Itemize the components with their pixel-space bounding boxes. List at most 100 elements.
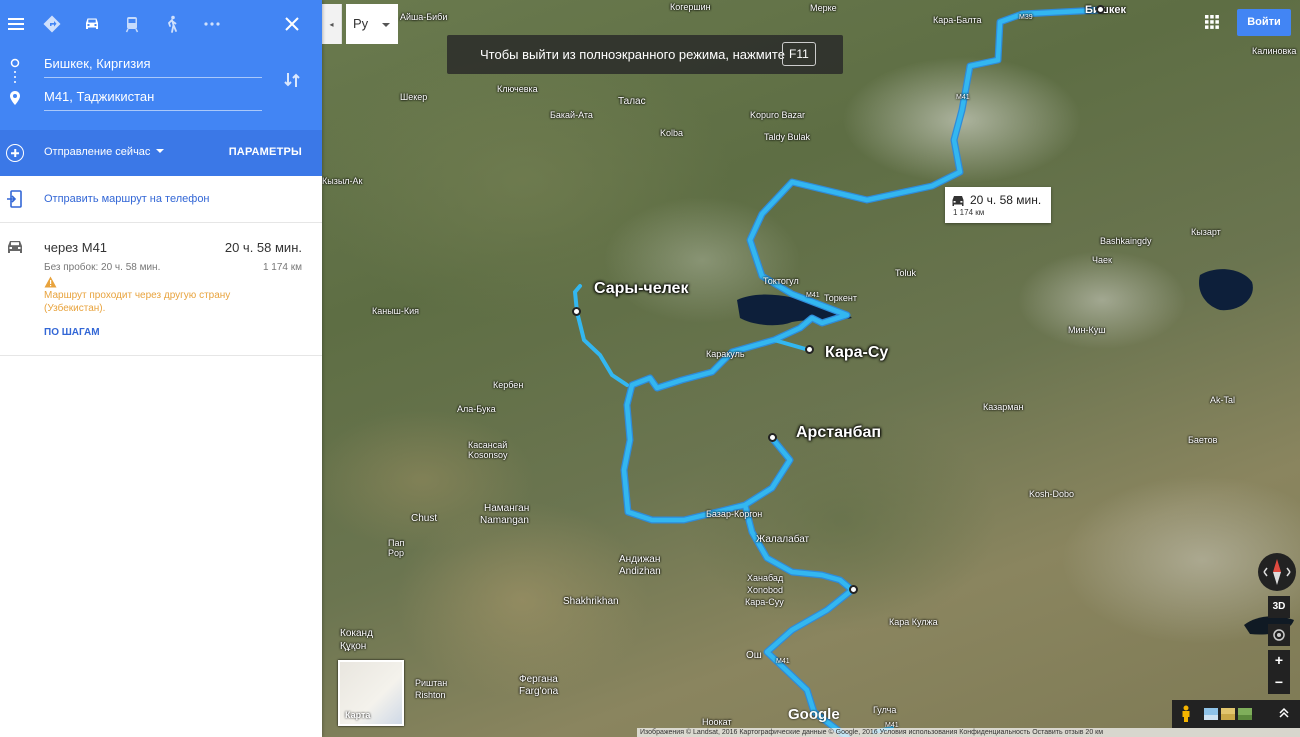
city-label[interactable]: Kopuro Bazar <box>750 110 805 120</box>
city-label[interactable]: Фергана <box>519 674 558 685</box>
origin-input[interactable]: Бишкек, Киргизия <box>44 52 262 78</box>
city-label[interactable]: Гулча <box>873 705 896 715</box>
waypoint-pin-kara-su[interactable] <box>805 345 814 354</box>
city-label[interactable]: Коканд <box>340 628 373 639</box>
city-label[interactable]: Риштан <box>415 678 447 688</box>
waypoint-pin[interactable] <box>849 585 858 594</box>
city-label[interactable]: Ключевка <box>497 84 538 94</box>
city-label[interactable]: Калиновка <box>1252 46 1296 56</box>
zoom-out-button[interactable]: − <box>1268 672 1290 694</box>
city-label[interactable]: Шекер <box>400 92 427 102</box>
close-icon[interactable] <box>280 12 304 36</box>
route-tooltip[interactable]: 20 ч. 58 мин. 1 174 км <box>945 187 1051 223</box>
city-label[interactable]: Taldy Bulak <box>764 132 810 142</box>
city-label[interactable]: Чаек <box>1092 255 1112 265</box>
add-destination-icon[interactable] <box>6 144 24 162</box>
city-label[interactable]: Құқон <box>340 641 366 652</box>
more-icon[interactable] <box>200 12 224 36</box>
imagery-thumbnail-icon[interactable] <box>1238 708 1252 720</box>
city-label[interactable]: Xonobod <box>747 585 783 595</box>
city-label[interactable]: Жалалабат <box>756 534 809 545</box>
city-label[interactable]: Мин-Куш <box>1068 325 1105 335</box>
route-option-card[interactable]: через М41 20 ч. 58 мин. Без пробок: 20 ч… <box>0 223 322 356</box>
directions-icon[interactable] <box>40 12 64 36</box>
city-label[interactable]: Каракуль <box>706 349 745 359</box>
sign-in-button[interactable]: Войти <box>1237 9 1291 36</box>
city-label[interactable]: Toluk <box>895 268 916 278</box>
city-label[interactable]: Кара Кулжа <box>889 617 938 627</box>
walk-icon[interactable] <box>160 12 184 36</box>
send-to-phone-row[interactable]: Отправить маршрут на телефон <box>0 176 322 223</box>
city-label[interactable]: Ош <box>746 650 762 661</box>
apps-grid-icon[interactable] <box>1205 15 1219 29</box>
city-label[interactable]: Кара-Балта <box>933 15 981 25</box>
my-location-icon[interactable] <box>1268 624 1290 646</box>
city-label[interactable]: Bashkaingdy <box>1100 236 1152 246</box>
compass-icon[interactable] <box>1258 553 1296 591</box>
city-label[interactable]: Kosh-Dobo <box>1029 489 1074 499</box>
city-label[interactable]: Farg'ona <box>519 686 558 697</box>
city-label[interactable]: Талас <box>618 96 646 107</box>
collapse-panel-button[interactable]: ◂ <box>322 4 342 44</box>
city-label[interactable]: Chust <box>411 513 437 524</box>
city-label[interactable]: Токтогул <box>763 276 799 286</box>
route-branch-sary-chelek[interactable] <box>575 310 629 387</box>
imagery-thumbnail-icon[interactable] <box>1221 708 1235 720</box>
city-label[interactable]: Мерке <box>810 3 837 13</box>
satellite-map[interactable]: Бишкек Кара-Балта Мерке Айша-Биби Когерш… <box>322 0 1300 737</box>
city-label[interactable]: Pop <box>388 548 404 558</box>
destination-label-kara-su[interactable]: Кара-Су <box>825 344 888 362</box>
city-label[interactable]: Shakhrikhan <box>563 596 619 607</box>
chevron-down-icon[interactable] <box>156 149 164 153</box>
city-label[interactable]: Ноокат <box>702 717 732 727</box>
options-button[interactable]: ПАРАМЕТРЫ <box>229 146 302 158</box>
city-label[interactable]: Rishton <box>415 690 446 700</box>
city-label[interactable]: Казарман <box>983 402 1023 412</box>
chevron-up-icon[interactable] <box>1278 707 1290 719</box>
language-select[interactable]: Ру <box>346 4 398 44</box>
swap-icon[interactable] <box>282 70 302 90</box>
pegman-icon[interactable] <box>1181 705 1191 723</box>
city-label[interactable]: Кербен <box>493 380 523 390</box>
city-label[interactable]: Пап <box>388 538 404 548</box>
city-label[interactable]: Айша-Биби <box>400 12 447 22</box>
city-label[interactable]: Ak-Tal <box>1210 395 1235 405</box>
step-by-step-link[interactable]: ПО ШАГАМ <box>44 327 100 338</box>
city-label[interactable]: Kolba <box>660 128 683 138</box>
city-label[interactable]: Кара-Суу <box>745 597 784 607</box>
imagery-thumbnail-icon[interactable] <box>1204 708 1218 720</box>
zoom-in-button[interactable]: + <box>1268 650 1290 672</box>
waypoint-pin-arstanbap[interactable] <box>768 433 777 442</box>
tilt-3d-button[interactable]: 3D <box>1268 596 1290 618</box>
city-label[interactable]: Касансай <box>468 440 507 450</box>
route-branch-kara-su[interactable] <box>772 338 811 352</box>
depart-time-select[interactable]: Отправление сейчас <box>44 146 150 158</box>
transit-icon[interactable] <box>120 12 144 36</box>
city-label[interactable]: Базар-Коргон <box>706 509 762 519</box>
city-label[interactable]: Торкент <box>824 293 857 303</box>
destination-input[interactable]: М41, Таджикистан <box>44 85 262 111</box>
map-type-toggle[interactable]: Карта <box>338 660 404 726</box>
origin-pin[interactable] <box>1096 5 1105 14</box>
send-to-phone-link[interactable]: Отправить маршрут на телефон <box>44 193 210 205</box>
city-label[interactable]: Бакай-Ата <box>550 110 593 120</box>
destination-label-arstanbap[interactable]: Арстанбап <box>796 424 881 442</box>
city-label[interactable]: Ала-Бука <box>457 404 496 414</box>
city-label[interactable]: Ханабад <box>747 573 783 583</box>
city-label[interactable]: Kosonsoy <box>468 450 508 460</box>
destination-label-sary-chelek[interactable]: Сары-челек <box>594 280 688 298</box>
city-label[interactable]: Namangan <box>480 515 529 526</box>
city-label[interactable]: Кызарт <box>1191 227 1221 237</box>
car-icon[interactable] <box>80 12 104 36</box>
menu-icon[interactable] <box>4 12 28 36</box>
city-label[interactable]: Когершин <box>670 2 711 12</box>
city-label[interactable]: Кызыл-Ак <box>322 176 363 186</box>
city-label[interactable]: Андижан <box>619 554 660 565</box>
city-label[interactable]: Andizhan <box>619 566 661 577</box>
city-label[interactable]: Наманган <box>484 503 529 514</box>
city-label[interactable]: Баетов <box>1188 435 1217 445</box>
waypoint-pin-sary-chelek[interactable] <box>572 307 581 316</box>
city-label[interactable]: Бишкек <box>1085 4 1126 16</box>
city-label[interactable]: Каныш-Кия <box>372 306 419 316</box>
google-logo: Google <box>788 706 840 723</box>
